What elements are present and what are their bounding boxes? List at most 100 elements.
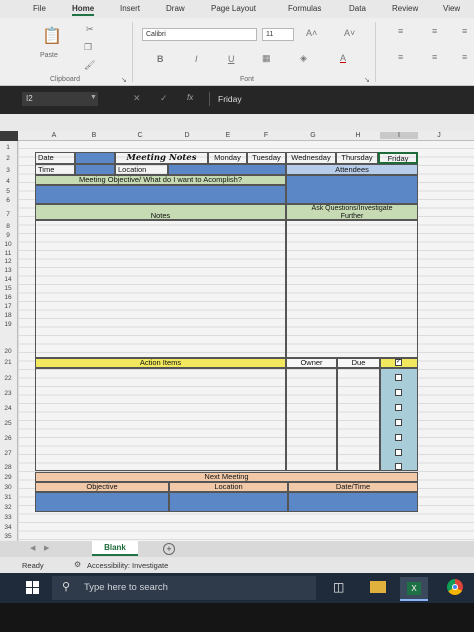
column-header-c[interactable]: C	[118, 132, 162, 139]
name-box[interactable]: I2	[22, 92, 98, 106]
row-header[interactable]: 32	[0, 504, 16, 511]
file-explorer-icon[interactable]	[370, 581, 386, 593]
row-header[interactable]: 12	[0, 258, 16, 265]
row-header[interactable]: 6	[0, 197, 16, 204]
row-header[interactable]: 2	[0, 155, 16, 162]
notes-header[interactable]: Notes	[35, 204, 286, 220]
ask-questions-header[interactable]: Ask Questions/Investigate Further	[286, 204, 418, 220]
due-area[interactable]	[337, 368, 380, 471]
next-objective-input[interactable]	[35, 492, 169, 512]
name-box-dropdown-icon[interactable]: ▼	[90, 94, 97, 101]
row-header[interactable]: 8	[0, 223, 16, 230]
next-objective-header[interactable]: Objective	[35, 482, 169, 492]
paste-icon[interactable]: 📋	[42, 26, 62, 46]
font-color-button[interactable]: A	[340, 53, 346, 63]
action-items-area[interactable]	[35, 368, 286, 471]
row-header[interactable]: 25	[0, 420, 16, 427]
align-bottom-icon[interactable]: ≡	[462, 26, 467, 36]
checkbox-icon[interactable]	[395, 374, 402, 381]
meeting-notes-title[interactable]: Meeting Notes	[115, 152, 208, 164]
tab-data[interactable]: Data	[349, 4, 366, 13]
row-header[interactable]: 30	[0, 484, 16, 491]
row-header[interactable]: 35	[0, 533, 16, 540]
tab-page-layout[interactable]: Page Layout	[211, 4, 256, 13]
italic-button[interactable]: I	[195, 54, 198, 64]
column-header-b[interactable]: B	[76, 132, 112, 139]
scroll-right-icon[interactable]: ▶	[44, 544, 49, 552]
row-header[interactable]: 4	[0, 178, 16, 185]
insert-function-button[interactable]: fx	[187, 93, 193, 102]
row-header[interactable]: 20	[0, 348, 16, 355]
row-header[interactable]: 19	[0, 321, 16, 328]
done-header-cell[interactable]: ✓	[380, 358, 418, 368]
checked-checkbox-icon[interactable]: ✓	[395, 359, 402, 366]
row-header[interactable]: 34	[0, 524, 16, 531]
copy-icon[interactable]: ❐	[84, 42, 92, 53]
row-header[interactable]: 1	[0, 144, 16, 151]
font-size-select[interactable]: 11	[262, 28, 294, 41]
cut-icon[interactable]: ✂	[86, 24, 94, 35]
tab-view[interactable]: View	[443, 4, 460, 13]
row-header[interactable]: 21	[0, 359, 16, 366]
tab-file[interactable]: File	[33, 4, 46, 13]
next-meeting-header[interactable]: Next Meeting	[35, 472, 418, 482]
owner-header[interactable]: Owner	[286, 358, 337, 368]
column-header-e[interactable]: E	[210, 132, 246, 139]
questions-area[interactable]	[286, 220, 418, 358]
format-painter-icon[interactable]: 🖌	[84, 60, 95, 71]
row-header[interactable]: 7	[0, 211, 16, 218]
checkbox-icon[interactable]	[395, 449, 402, 456]
paste-button[interactable]: Paste	[40, 52, 58, 59]
next-location-input[interactable]	[169, 492, 288, 512]
day-wednesday-cell[interactable]: Wednesday	[286, 152, 336, 164]
align-right-icon[interactable]: ≡	[462, 52, 467, 62]
time-label-cell[interactable]: Time	[35, 164, 75, 175]
align-middle-icon[interactable]: ≡	[432, 26, 437, 36]
row-header[interactable]: 5	[0, 188, 16, 195]
row-header[interactable]: 17	[0, 303, 16, 310]
windows-start-icon[interactable]	[26, 581, 40, 595]
row-header[interactable]: 27	[0, 450, 16, 457]
tab-draw[interactable]: Draw	[166, 4, 185, 13]
row-header[interactable]: 18	[0, 312, 16, 319]
date-value-cell[interactable]	[75, 152, 115, 164]
objective-input-area[interactable]	[35, 185, 286, 204]
day-monday-cell[interactable]: Monday	[208, 152, 247, 164]
taskbar-excel-item[interactable]: X	[400, 577, 428, 601]
formula-input[interactable]: Friday	[209, 92, 474, 106]
column-header-f[interactable]: F	[248, 132, 284, 139]
grow-font-button[interactable]: A˄	[306, 28, 317, 38]
column-header-g[interactable]: G	[290, 132, 336, 139]
tab-insert[interactable]: Insert	[120, 4, 140, 13]
owner-area[interactable]	[286, 368, 337, 471]
task-view-icon[interactable]: ◫	[333, 580, 344, 594]
enter-icon[interactable]: ✓	[160, 93, 168, 104]
column-header-h[interactable]: H	[338, 132, 378, 139]
fill-color-icon[interactable]: ◈	[300, 53, 307, 64]
row-header[interactable]: 15	[0, 285, 16, 292]
checkbox-icon[interactable]	[395, 389, 402, 396]
row-header[interactable]: 26	[0, 435, 16, 442]
clipboard-launcher-icon[interactable]: ↘	[121, 76, 127, 84]
align-top-icon[interactable]: ≡	[398, 26, 403, 36]
scroll-left-icon[interactable]: ◀	[30, 544, 35, 552]
row-header[interactable]: 13	[0, 267, 16, 274]
location-value-cell[interactable]	[168, 164, 286, 175]
row-header[interactable]: 10	[0, 241, 16, 248]
next-datetime-input[interactable]	[288, 492, 418, 512]
objective-header[interactable]: Meeting Objective/ What do I want to Aco…	[35, 175, 286, 185]
row-header[interactable]: 14	[0, 276, 16, 283]
checkbox-icon[interactable]	[395, 404, 402, 411]
tab-review[interactable]: Review	[392, 4, 418, 13]
column-header-a[interactable]: A	[36, 132, 72, 139]
accessibility-status[interactable]: Accessibility: Investigate	[87, 561, 168, 570]
action-items-header[interactable]: Action Items	[35, 358, 286, 368]
day-tuesday-cell[interactable]: Tuesday	[247, 152, 286, 164]
bold-button[interactable]: B	[157, 54, 164, 64]
due-header[interactable]: Due	[337, 358, 380, 368]
row-header[interactable]: 28	[0, 464, 16, 471]
row-header[interactable]: 23	[0, 390, 16, 397]
borders-icon[interactable]: ▦	[262, 53, 271, 64]
checkbox-icon[interactable]	[395, 463, 402, 470]
font-launcher-icon[interactable]: ↘	[364, 76, 370, 84]
